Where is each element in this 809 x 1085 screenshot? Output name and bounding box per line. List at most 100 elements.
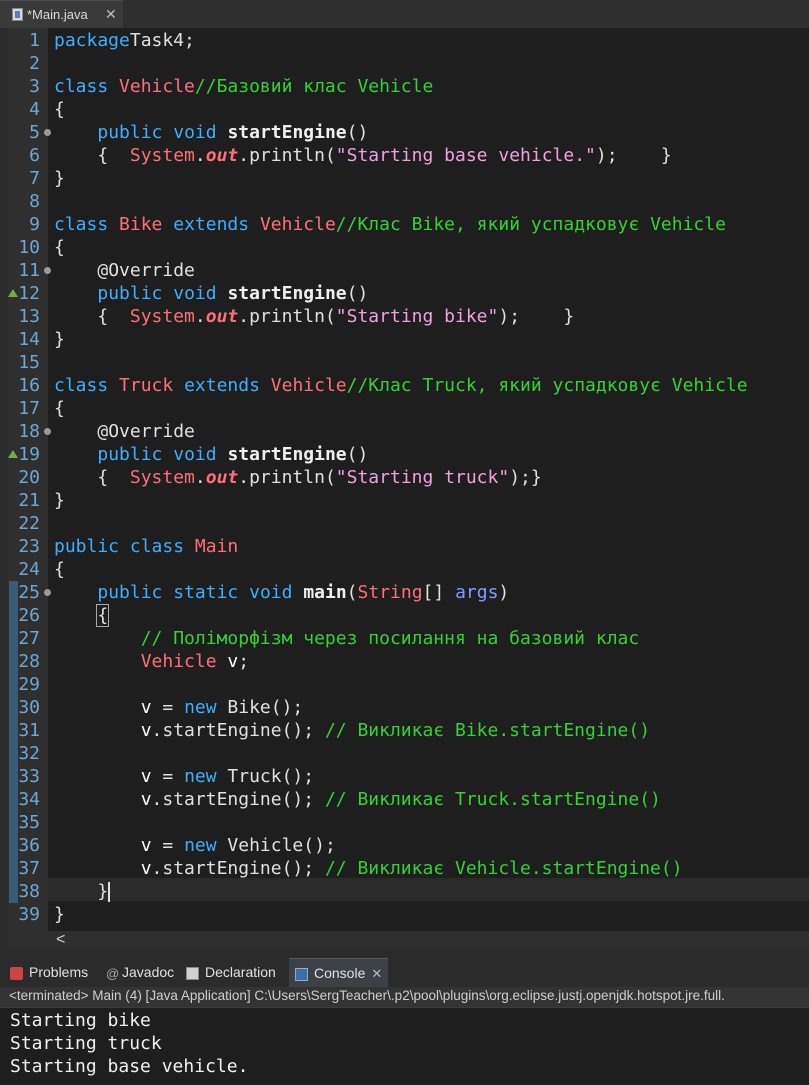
tab-javadoc[interactable]: @ Javadoc: [106, 958, 174, 987]
code-line[interactable]: Vehicle v;: [54, 650, 249, 673]
code-line[interactable]: {: [54, 604, 110, 627]
code-line[interactable]: }: [54, 167, 65, 190]
code-token: ;: [238, 651, 250, 672]
code-token: .: [194, 467, 206, 488]
line-number: 14: [18, 329, 40, 350]
code-token: =: [151, 835, 185, 856]
line-number: 10: [18, 237, 40, 258]
code-line[interactable]: {: [54, 397, 65, 420]
code-line[interactable]: v = new Vehicle();: [54, 834, 336, 857]
code-line[interactable]: { System.out.println("Starting base vehi…: [54, 144, 671, 167]
scroll-left-icon[interactable]: <: [56, 931, 65, 949]
tab-problems-label: Problems: [29, 964, 89, 980]
code-token: @Override: [97, 421, 195, 442]
tab-declaration-label: Declaration: [205, 964, 276, 980]
code-token: v: [140, 720, 152, 741]
code-token: Task4;: [129, 30, 195, 51]
code-token: v: [140, 835, 152, 856]
line-number: 22: [18, 513, 40, 534]
override-marker-icon[interactable]: [8, 289, 18, 297]
console-launch-info: <terminated> Main (4) [Java Application]…: [9, 988, 725, 1003]
code-line[interactable]: packageTask4;: [54, 29, 195, 52]
line-number: 5: [29, 122, 40, 143]
bottom-panel-tabs: Problems @ Javadoc Declaration Console ✕: [0, 958, 809, 987]
code-token: Bike: [119, 214, 163, 235]
code-token: v: [140, 697, 152, 718]
code-token: Truck();: [216, 766, 315, 787]
line-number: 15: [18, 352, 40, 373]
code-line[interactable]: v = new Truck();: [54, 765, 314, 788]
panel-separator: [0, 950, 809, 958]
fold-toggle-icon[interactable]: [44, 428, 51, 435]
code-line[interactable]: {: [54, 236, 65, 259]
code-line[interactable]: {: [54, 98, 65, 121]
code-line[interactable]: @Override: [54, 259, 195, 282]
code-token: );}: [509, 467, 542, 488]
line-number: 34: [18, 789, 40, 810]
fold-toggle-icon[interactable]: [44, 589, 51, 596]
tab-console[interactable]: Console ✕: [289, 958, 389, 987]
line-number: 26: [18, 605, 40, 626]
code-token: void: [173, 444, 217, 465]
line-number: 13: [18, 306, 40, 327]
code-line[interactable]: }: [54, 489, 65, 512]
close-icon[interactable]: ✕: [371, 966, 382, 981]
code-token: Bike();: [216, 697, 304, 718]
code-token: .: [194, 306, 206, 327]
code-line[interactable]: class Truck extends Vehicle//Клас Truck,…: [54, 374, 748, 397]
close-icon[interactable]: ✕: [105, 6, 117, 23]
tab-problems[interactable]: Problems: [10, 958, 88, 987]
code-line[interactable]: public void startEngine(): [54, 443, 368, 466]
code-token: ); }: [498, 306, 575, 327]
code-token: public: [97, 283, 163, 304]
code-line[interactable]: }: [54, 903, 65, 926]
code-token: //Базовий клас Vehicle: [194, 76, 434, 97]
line-number: 20: [18, 467, 40, 488]
code-line[interactable]: {: [54, 558, 65, 581]
javadoc-icon: @: [106, 965, 120, 981]
tab-main-java[interactable]: *Main.java ✕: [0, 0, 123, 28]
code-line[interactable]: { System.out.println("Starting truck");}: [54, 466, 542, 489]
java-file-icon: [12, 8, 23, 21]
line-number: 23: [18, 536, 40, 557]
line-number: 39: [18, 904, 40, 925]
code-line[interactable]: v.startEngine(); // Викликає Vehicle.sta…: [54, 857, 683, 880]
code-line[interactable]: v = new Bike();: [54, 696, 304, 719]
line-number: 8: [29, 191, 40, 212]
horizontal-scrollbar[interactable]: <: [48, 931, 809, 950]
code-token: (): [346, 122, 369, 143]
tab-console-label: Console: [314, 965, 366, 981]
console-output[interactable]: Starting bike Starting truck Starting base…: [0, 1008, 809, 1085]
fold-toggle-icon[interactable]: [44, 129, 51, 136]
code-line[interactable]: v.startEngine(); // Викликає Bike.startE…: [54, 719, 650, 742]
code-line[interactable]: }: [54, 328, 65, 351]
code-line[interactable]: }: [54, 880, 111, 903]
code-token: v: [227, 651, 239, 672]
code-token: "Starting base vehicle.": [335, 145, 596, 166]
code-line[interactable]: v.startEngine(); // Викликає Truck.start…: [54, 788, 661, 811]
code-line[interactable]: class Vehicle//Базовий клас Vehicle: [54, 75, 433, 98]
code-line[interactable]: { System.out.println("Starting bike"); }: [54, 305, 574, 328]
override-marker-icon[interactable]: [8, 450, 18, 458]
code-line[interactable]: @Override: [54, 420, 195, 443]
code-line[interactable]: public class Main: [54, 535, 238, 558]
code-token: }: [54, 881, 109, 902]
code-area[interactable]: 1 packageTask4; 2 3 class Vehicle//Базовий к…: [0, 28, 809, 931]
problems-icon: [10, 966, 23, 980]
code-line[interactable]: class Bike extends Vehicle//Клас Bike, я…: [54, 213, 726, 236]
tab-declaration[interactable]: Declaration: [186, 958, 276, 987]
code-line[interactable]: public void startEngine(): [54, 282, 368, 305]
code-token: startEngine: [227, 122, 347, 143]
line-number: 1: [29, 30, 40, 51]
code-token: void: [173, 283, 217, 304]
fold-toggle-icon[interactable]: [44, 267, 51, 274]
code-line[interactable]: // Поліморфізм через посилання на базови…: [54, 627, 640, 650]
code-line[interactable]: public void startEngine(): [54, 121, 368, 144]
line-number: 6: [29, 145, 40, 166]
code-line[interactable]: public static void main(String[] args): [54, 581, 509, 604]
code-token: =: [151, 697, 185, 718]
